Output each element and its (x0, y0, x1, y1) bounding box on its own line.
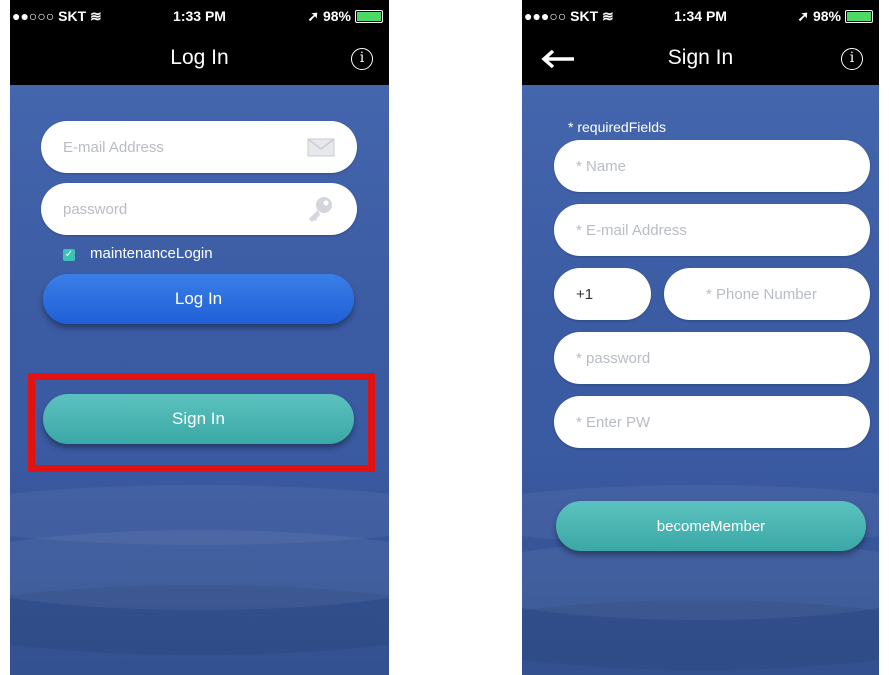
phone-number-field[interactable]: * Phone Number (664, 268, 870, 320)
battery-icon (355, 10, 383, 23)
password-placeholder: * password (576, 349, 651, 367)
country-code-value: +1 (576, 285, 594, 303)
battery-percent: ➚ 98% (307, 8, 351, 24)
battery-status: ➚ 98% (307, 8, 383, 25)
maintenance-checkbox[interactable]: ✓ (63, 249, 75, 261)
status-bar: ●●○○○ SKT ≋ 1:33 PM ➚ 98% (10, 8, 389, 28)
top-bar: ●●●○○ SKT ≋ 1:34 PM ➚ 98% Sign In i (522, 0, 879, 85)
name-placeholder: * Name (576, 157, 627, 175)
battery-status: ➚ 98% (797, 8, 873, 25)
password-field[interactable]: password (41, 183, 357, 235)
required-fields-note: * requiredFields (568, 119, 667, 135)
confirm-password-field[interactable]: * Enter PW (554, 396, 870, 448)
phone-placeholder: * Phone Number (706, 285, 817, 303)
content-area: E-mail Address password ✓ maintenanceLog… (10, 85, 389, 675)
name-field[interactable]: * Name (554, 140, 870, 192)
mail-icon (307, 137, 335, 156)
wave-decoration (522, 600, 879, 670)
wave-decoration (10, 585, 389, 655)
page-title: Log In (170, 46, 229, 69)
email-field[interactable]: * E-mail Address (554, 204, 870, 256)
maintenance-label: maintenanceLogin (90, 245, 213, 262)
signin-screen: ●●●○○ SKT ≋ 1:34 PM ➚ 98% Sign In i * re… (522, 0, 879, 675)
status-bar: ●●●○○ SKT ≋ 1:34 PM ➚ 98% (522, 8, 879, 28)
password-placeholder: password (63, 200, 128, 218)
info-icon[interactable]: i (351, 48, 373, 70)
email-field[interactable]: E-mail Address (41, 121, 357, 173)
info-icon[interactable]: i (841, 48, 863, 70)
battery-percent: ➚ 98% (797, 8, 841, 24)
become-member-button[interactable]: becomeMember (556, 501, 866, 551)
key-icon (309, 197, 332, 222)
login-button[interactable]: Log In (43, 274, 354, 324)
login-screen: ●●○○○ SKT ≋ 1:33 PM ➚ 98% Log In i E-mai… (10, 0, 389, 675)
page-title: Sign In (667, 46, 734, 69)
battery-icon (845, 10, 873, 23)
content-area: * requiredFields * Name * E-mail Address… (522, 85, 879, 675)
signin-button[interactable]: Sign In (43, 394, 354, 444)
email-placeholder: * E-mail Address (576, 221, 687, 239)
email-placeholder: E-mail Address (63, 138, 164, 156)
confirm-password-placeholder: * Enter PW (576, 413, 651, 431)
country-code-field[interactable]: +1 (554, 268, 651, 320)
password-field[interactable]: * password (554, 332, 870, 384)
top-bar: ●●○○○ SKT ≋ 1:33 PM ➚ 98% Log In i (10, 0, 389, 85)
